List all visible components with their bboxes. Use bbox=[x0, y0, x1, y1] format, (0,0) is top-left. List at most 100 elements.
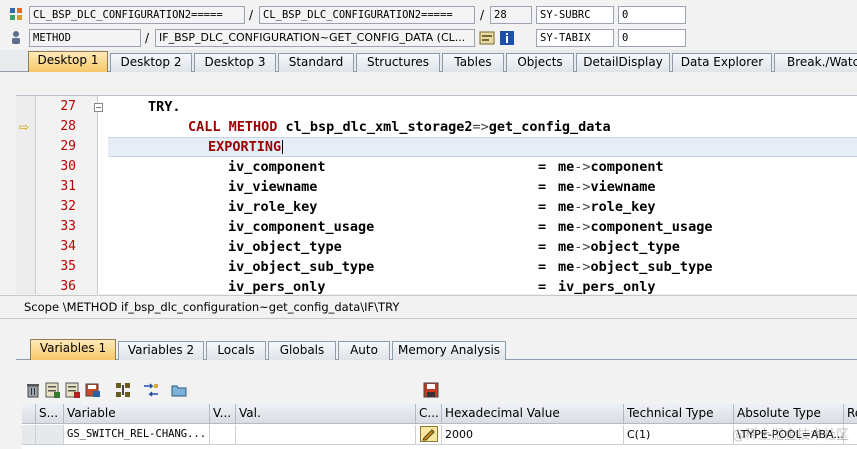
param-name: iv_component_usage bbox=[228, 219, 375, 235]
static-arrow: => bbox=[472, 119, 489, 135]
tab-variables-2[interactable]: Variables 2 bbox=[118, 341, 204, 360]
flow-arrow-icon[interactable] bbox=[142, 381, 160, 399]
save-variables-icon[interactable] bbox=[84, 381, 102, 399]
separator: / bbox=[145, 31, 150, 45]
column-header-technical-type[interactable]: Technical Type bbox=[624, 404, 734, 424]
status-cell[interactable] bbox=[36, 425, 64, 445]
info-icon[interactable] bbox=[499, 30, 515, 46]
sysfield-value-1[interactable]: 0 bbox=[618, 6, 686, 24]
tab-desktop-3[interactable]: Desktop 3 bbox=[194, 53, 276, 72]
code-line-highlighted: 29 EXPORTING bbox=[16, 137, 857, 157]
code-line: 30 iv_component = me->component bbox=[16, 157, 857, 177]
hex-value-cell[interactable]: 2000 bbox=[442, 425, 624, 445]
column-header-absolute-type[interactable]: Absolute Type bbox=[734, 404, 844, 424]
tab-globals[interactable]: Globals bbox=[268, 341, 336, 360]
equals-sign: = bbox=[538, 239, 547, 255]
param-name: iv_viewname bbox=[228, 179, 318, 195]
tab-variables-1[interactable]: Variables 1 bbox=[30, 339, 116, 360]
tab-auto[interactable]: Auto bbox=[338, 341, 390, 360]
tab-data-explorer[interactable]: Data Explorer bbox=[672, 53, 772, 72]
hierarchy-icon[interactable] bbox=[114, 381, 132, 399]
display-source-icon[interactable] bbox=[479, 30, 495, 46]
program-info-row: CL_BSP_DLC_CONFIGURATION2===== / CL_BSP_… bbox=[0, 4, 857, 26]
value-cell[interactable] bbox=[236, 425, 416, 445]
param-value: me->component bbox=[558, 157, 664, 177]
exporting-keyword: EXPORTING bbox=[208, 139, 282, 155]
program-field[interactable]: CL_BSP_DLC_CONFIGURATION2===== bbox=[29, 6, 245, 24]
param-value: me->component_usage bbox=[558, 217, 712, 237]
column-header-v[interactable]: V... bbox=[210, 404, 236, 424]
current-line-arrow-icon: ⇨ bbox=[19, 120, 30, 134]
row-selector[interactable] bbox=[22, 425, 36, 445]
event-type-field[interactable]: METHOD bbox=[29, 29, 141, 47]
me-ref: me bbox=[558, 159, 575, 175]
param-name: iv_object_sub_type bbox=[228, 259, 375, 275]
line-number: 29 bbox=[60, 139, 76, 154]
equals-sign: = bbox=[538, 179, 547, 195]
tab-objects[interactable]: Objects bbox=[506, 53, 574, 72]
code-line: 27 − TRY. bbox=[16, 97, 857, 117]
me-ref: me bbox=[558, 199, 575, 215]
sysfield-value-2[interactable]: 0 bbox=[618, 29, 686, 47]
append-row-icon[interactable] bbox=[64, 381, 82, 399]
watermark: @稀土掘金技术社区 bbox=[731, 428, 849, 443]
sysfield-name-2[interactable]: SY-TABIX bbox=[536, 29, 614, 47]
line-field[interactable]: 28 bbox=[490, 6, 532, 24]
technical-type-cell[interactable]: C(1) bbox=[624, 425, 734, 445]
attribute-ref: viewname bbox=[590, 179, 656, 195]
v-cell[interactable] bbox=[210, 425, 236, 445]
param-name: iv_role_key bbox=[228, 199, 318, 215]
column-header-s[interactable]: S... bbox=[36, 404, 64, 424]
tab-break-watch[interactable]: Break./Watch bbox=[774, 53, 857, 72]
variable-name-cell[interactable]: GS_SWITCH_REL-CHANG... bbox=[64, 425, 210, 445]
attribute-ref: object_sub_type bbox=[590, 259, 713, 275]
equals-sign: = bbox=[538, 199, 547, 215]
param-value: me->viewname bbox=[558, 177, 656, 197]
call-method-keyword: CALL METHOD bbox=[188, 119, 278, 135]
attribute-ref: role_key bbox=[590, 199, 656, 215]
sysfield-name-1[interactable]: SY-SUBRC bbox=[536, 6, 614, 24]
delete-icon[interactable] bbox=[24, 381, 42, 399]
insert-row-icon[interactable] bbox=[44, 381, 62, 399]
param-name: iv_component bbox=[228, 159, 326, 175]
save-icon[interactable] bbox=[422, 381, 440, 399]
param-value: me->role_key bbox=[558, 197, 656, 217]
folder-icon[interactable] bbox=[170, 381, 188, 399]
tab-structures[interactable]: Structures bbox=[356, 53, 440, 72]
tab-desktop-2[interactable]: Desktop 2 bbox=[110, 53, 192, 72]
equals-sign: = bbox=[538, 219, 547, 235]
call-target: cl_bsp_dlc_xml_storage2 bbox=[285, 119, 473, 135]
include-field[interactable]: CL_BSP_DLC_CONFIGURATION2===== bbox=[259, 6, 475, 24]
code-line: 35 iv_object_sub_type = me->object_sub_t… bbox=[16, 257, 857, 277]
line-number: 27 bbox=[60, 99, 76, 114]
person-icon bbox=[9, 30, 23, 44]
column-header-variable[interactable]: Variable bbox=[64, 404, 210, 424]
tab-detaildisplay[interactable]: DetailDisplay bbox=[576, 53, 670, 72]
change-cell[interactable] bbox=[416, 425, 442, 445]
tab-desktop-1[interactable]: Desktop 1 bbox=[28, 51, 108, 72]
me-ref: me bbox=[558, 219, 575, 235]
line-number: 31 bbox=[60, 179, 76, 194]
code-line: 31 iv_viewname = me->viewname bbox=[16, 177, 857, 197]
pencil-icon[interactable] bbox=[420, 426, 438, 442]
column-header-re[interactable]: Re bbox=[844, 404, 857, 424]
column-header-hex[interactable]: Hexadecimal Value bbox=[442, 404, 624, 424]
param-name: iv_pers_only bbox=[228, 279, 326, 294]
attribute-ref: component_usage bbox=[590, 219, 713, 235]
event-field[interactable]: IF_BSP_DLC_CONFIGURATION~GET_CONFIG_DATA… bbox=[155, 29, 475, 47]
separator: / bbox=[249, 8, 254, 22]
tab-locals[interactable]: Locals bbox=[206, 341, 266, 360]
tab-standard[interactable]: Standard bbox=[278, 53, 354, 72]
source-editor[interactable]: 27 − TRY. ⇨ 28 CALL METHOD cl_bsp_dlc_xm… bbox=[16, 95, 857, 294]
program-icon bbox=[9, 7, 23, 21]
param-value: me->object_sub_type bbox=[558, 257, 712, 277]
row-selector-header[interactable] bbox=[22, 404, 36, 424]
tab-memory-analysis[interactable]: Memory Analysis bbox=[392, 341, 506, 360]
column-header-val[interactable]: Val. bbox=[236, 404, 416, 424]
line-number: 34 bbox=[60, 239, 76, 254]
tab-tables[interactable]: Tables bbox=[442, 53, 504, 72]
collapse-icon[interactable]: − bbox=[94, 103, 103, 112]
column-header-c[interactable]: C... bbox=[416, 404, 442, 424]
call-method-statement: CALL METHOD cl_bsp_dlc_xml_storage2=>get… bbox=[188, 117, 611, 137]
param-value: me->object_type bbox=[558, 237, 680, 257]
